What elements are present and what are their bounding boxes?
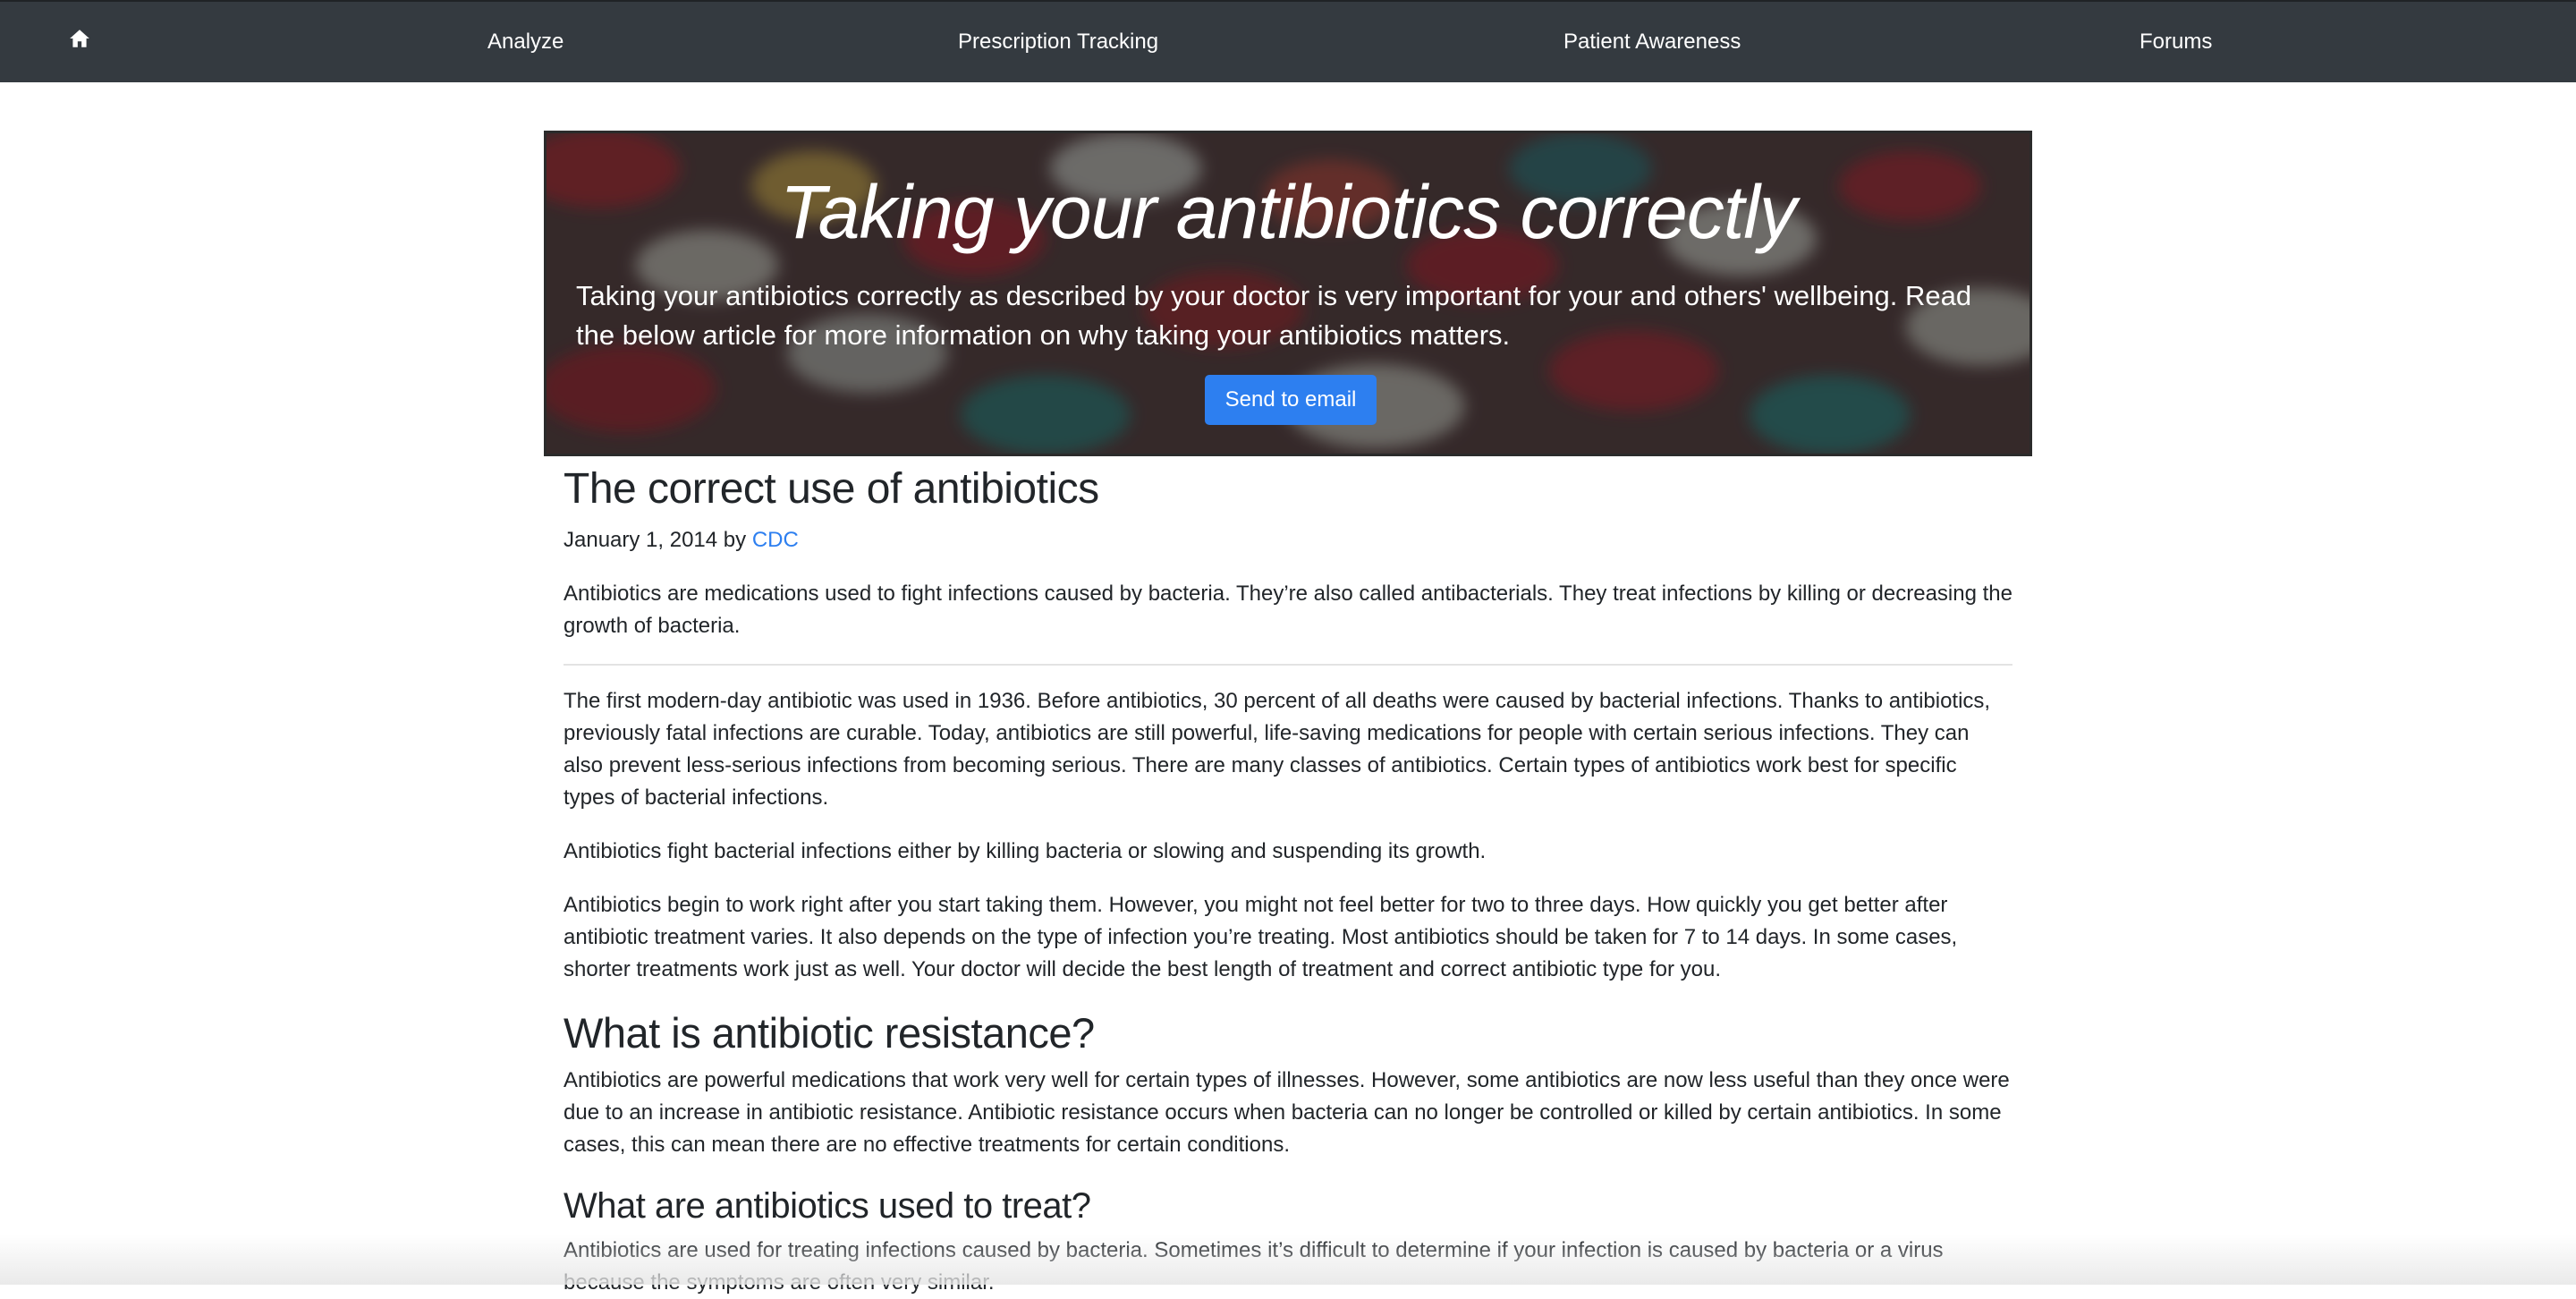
article-paragraph: The first modern-day antibiotic was used… bbox=[564, 689, 1991, 810]
nav-forums[interactable]: Forums bbox=[2140, 29, 2212, 55]
section-heading-uses: What are antibiotics used to treat? bbox=[564, 1186, 1091, 1226]
hero-banner: Taking your antibiotics correctly Taking… bbox=[544, 131, 2032, 456]
article-paragraph: Antibiotics fight bacterial infections e… bbox=[564, 839, 1487, 863]
send-to-email-button[interactable]: Send to email bbox=[1205, 375, 1377, 425]
article-paragraph: Antibiotics begin to work right after yo… bbox=[564, 893, 1958, 981]
section-paragraph-resistance: Antibiotics are powerful medications tha… bbox=[564, 1068, 2010, 1157]
hero-description: Taking your antibiotics correctly as des… bbox=[576, 280, 1972, 351]
top-navbar: Analyze Prescription Tracking Patient Aw… bbox=[0, 0, 2576, 82]
author-link[interactable]: CDC bbox=[752, 528, 799, 552]
article-intro: Antibiotics are medications used to figh… bbox=[564, 582, 2012, 638]
nav-patient-awareness[interactable]: Patient Awareness bbox=[1563, 29, 1741, 55]
nav-prescription-tracking[interactable]: Prescription Tracking bbox=[958, 29, 1158, 55]
hero-title: Taking your antibiotics correctly bbox=[780, 170, 1797, 254]
nav-analyze[interactable]: Analyze bbox=[487, 29, 564, 55]
byline-by: by bbox=[723, 528, 747, 552]
article: The correct use of antibiotics January 1… bbox=[564, 456, 2012, 1299]
divider bbox=[564, 664, 2012, 666]
article-byline: January 1, 2014 by CDC bbox=[564, 526, 2012, 555]
section-heading-resistance: What is antibiotic resistance? bbox=[564, 1009, 1095, 1057]
home-icon[interactable] bbox=[68, 27, 91, 50]
article-date: January 1, 2014 bbox=[564, 528, 718, 552]
article-title: The correct use of antibiotics bbox=[564, 465, 1099, 513]
section-paragraph-uses: Antibiotics are used for treating infect… bbox=[564, 1238, 1944, 1295]
